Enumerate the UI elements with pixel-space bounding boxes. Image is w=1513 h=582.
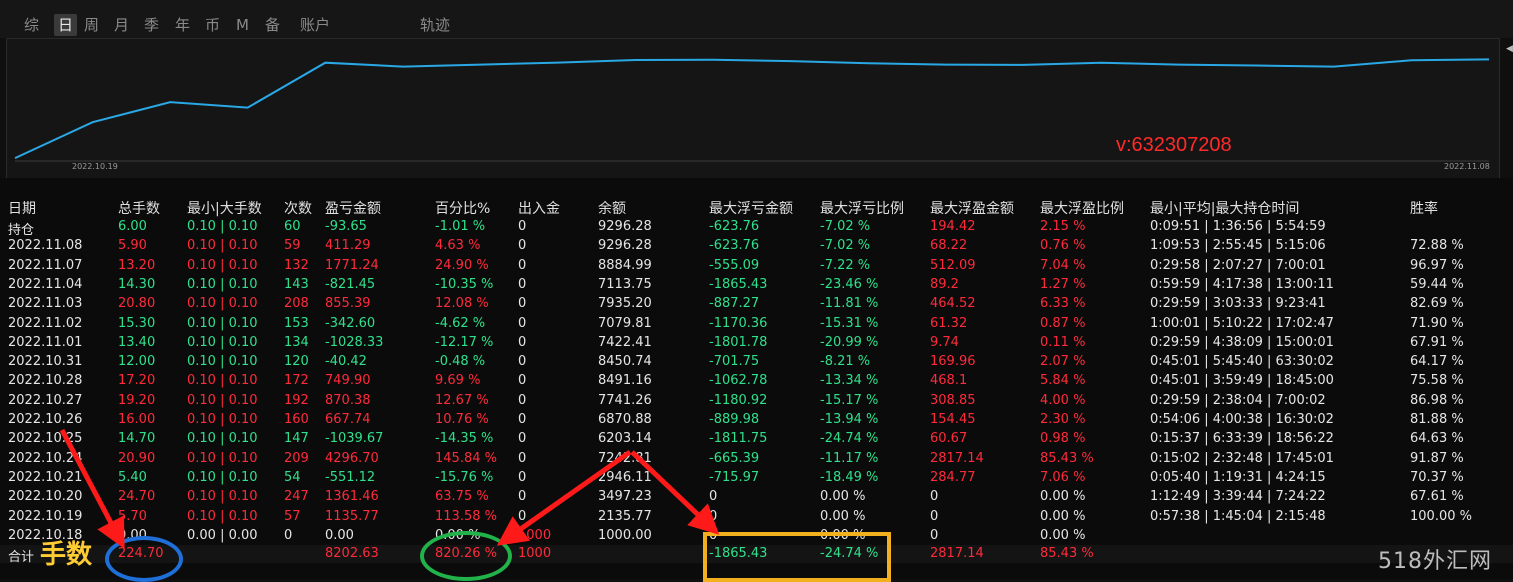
arrow-to-pct [496,449,632,546]
arrow-to-lots [59,428,125,549]
arrow-to-floating-loss [630,450,720,535]
site-logo: 518外汇网 [1378,549,1492,574]
annotation-arrows [59,428,720,549]
